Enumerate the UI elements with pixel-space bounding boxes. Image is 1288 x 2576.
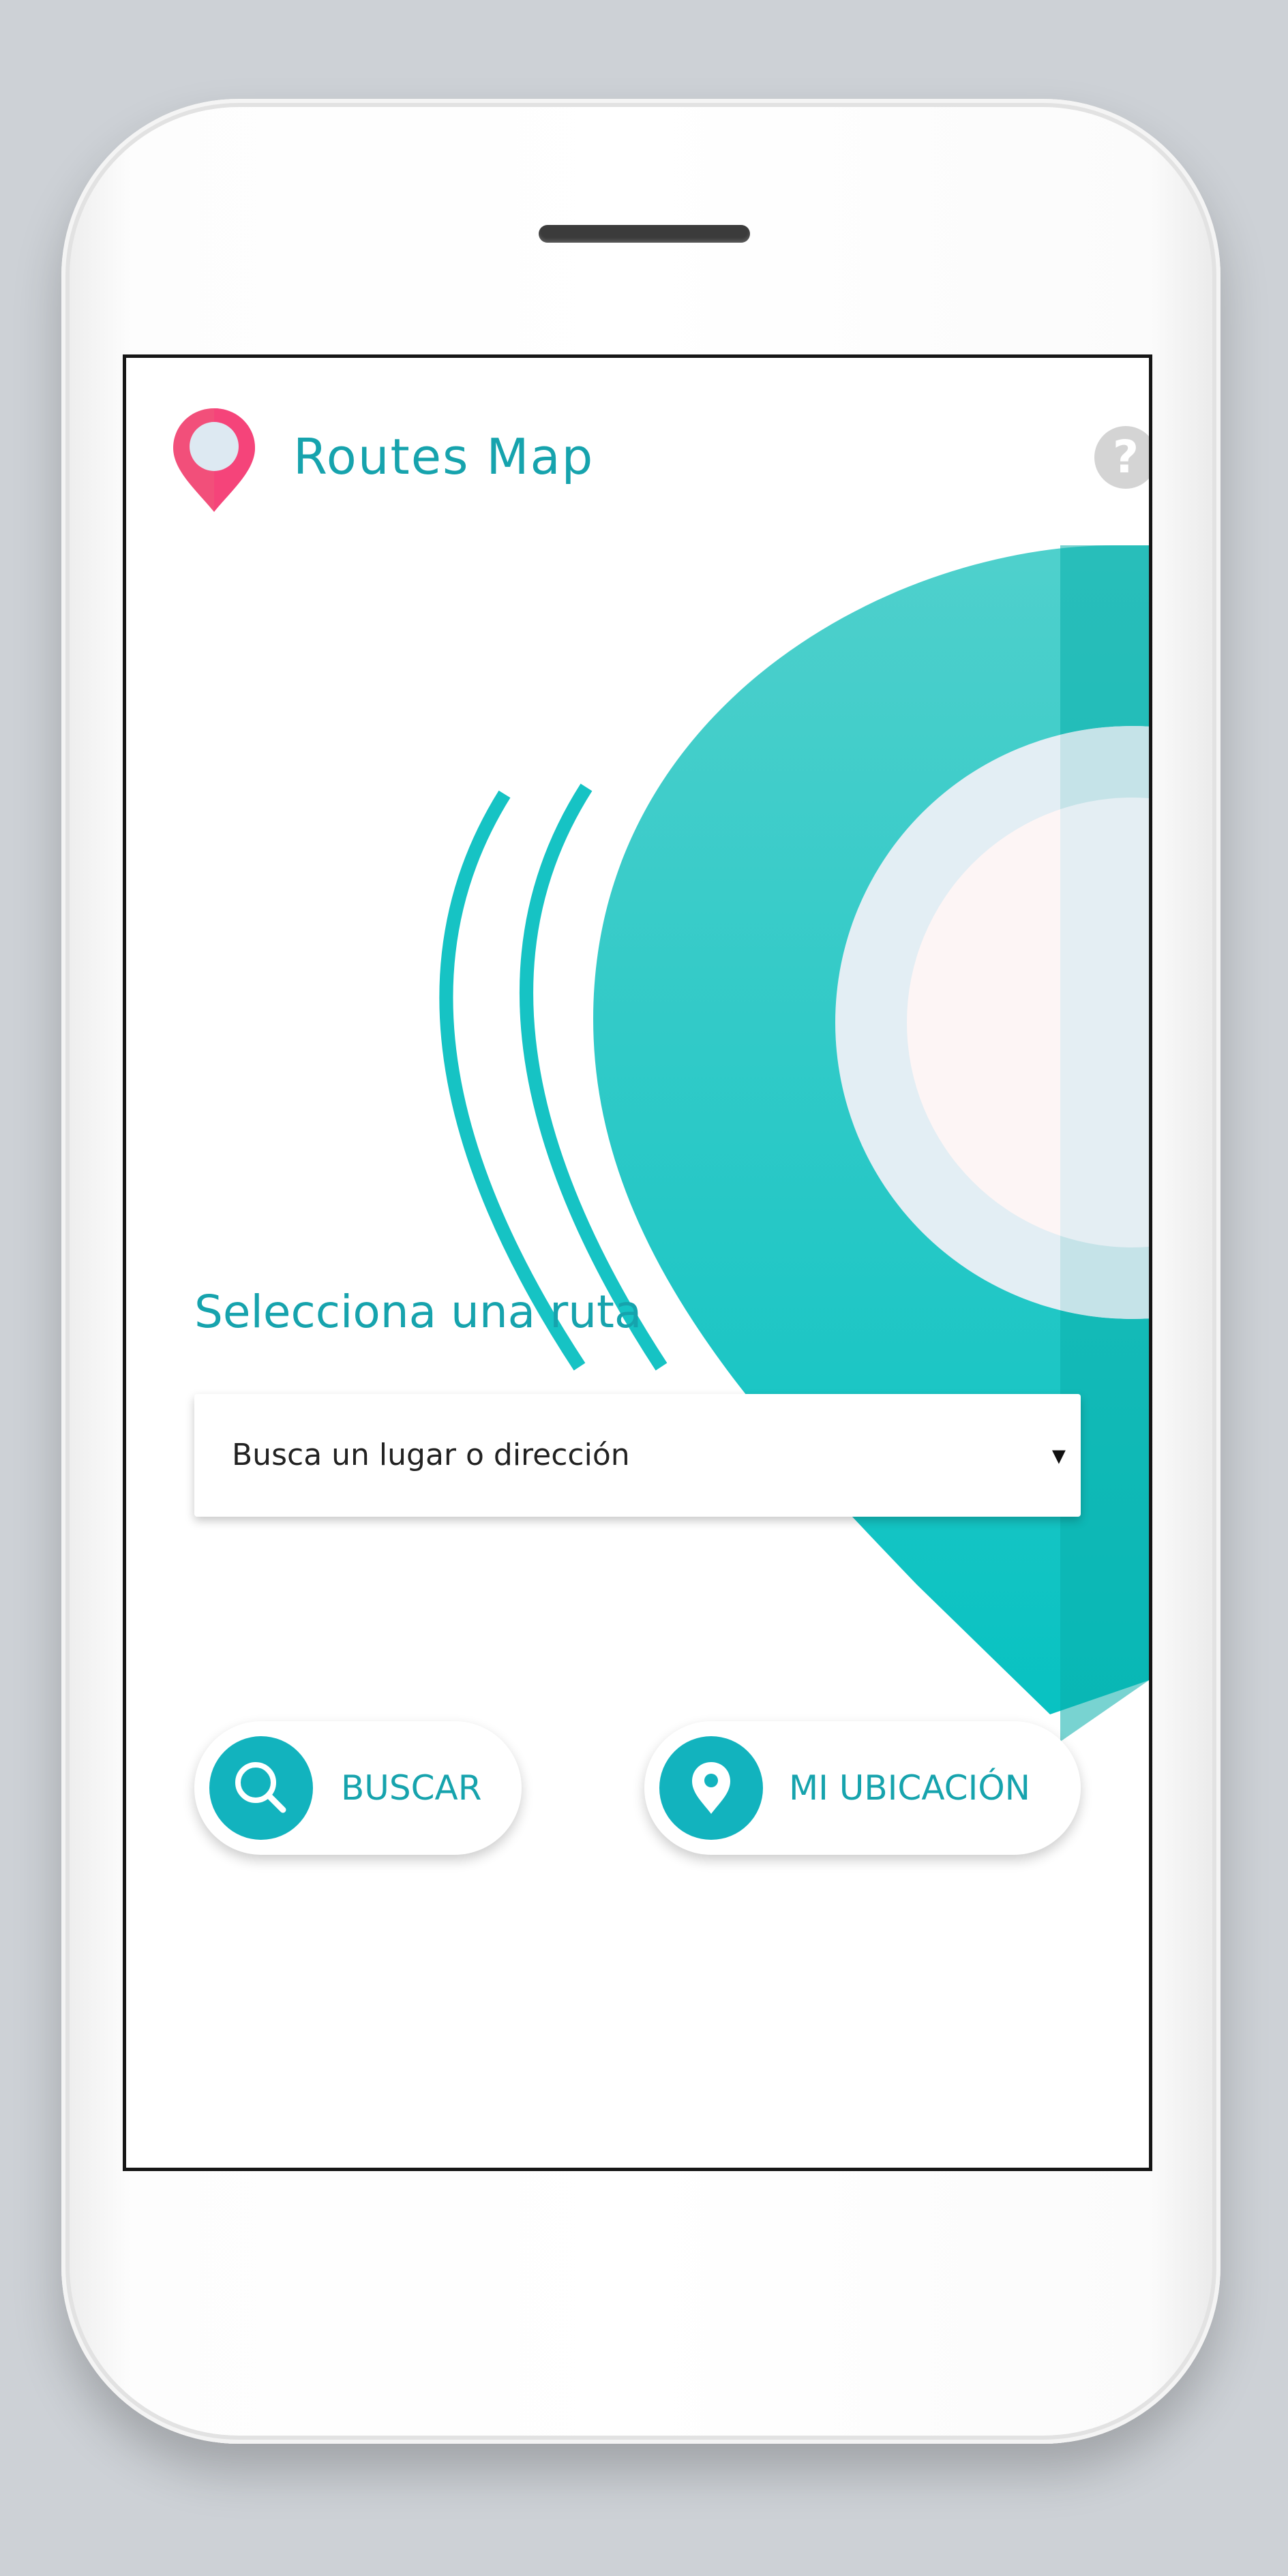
- place-search-select[interactable]: Busca un lugar o dirección ▾: [194, 1394, 1081, 1517]
- chevron-down-icon: ▾: [1051, 1440, 1066, 1471]
- help-icon: ?: [1112, 431, 1139, 483]
- location-pin-icon: [659, 1736, 763, 1840]
- app-screen: Routes Map ? Selecciona una ruta Busca u…: [123, 354, 1152, 2171]
- section-title: Selecciona una ruta: [194, 1286, 642, 1338]
- select-placeholder: Busca un lugar o dirección: [232, 1438, 630, 1472]
- help-button[interactable]: ?: [1094, 426, 1149, 489]
- my-location-button-label: MI UBICACIÓN: [789, 1768, 1031, 1808]
- background-pin-illustration: [439, 545, 1149, 1742]
- my-location-button[interactable]: MI UBICACIÓN: [644, 1721, 1081, 1855]
- map-pin-icon: [173, 408, 255, 512]
- app-title: Routes Map: [293, 428, 595, 485]
- search-icon: [209, 1736, 313, 1840]
- search-button[interactable]: BUSCAR: [194, 1721, 522, 1855]
- search-button-label: BUSCAR: [341, 1768, 482, 1808]
- phone-speaker: [539, 225, 750, 243]
- phone-frame: Routes Map ? Selecciona una ruta Busca u…: [61, 99, 1220, 2444]
